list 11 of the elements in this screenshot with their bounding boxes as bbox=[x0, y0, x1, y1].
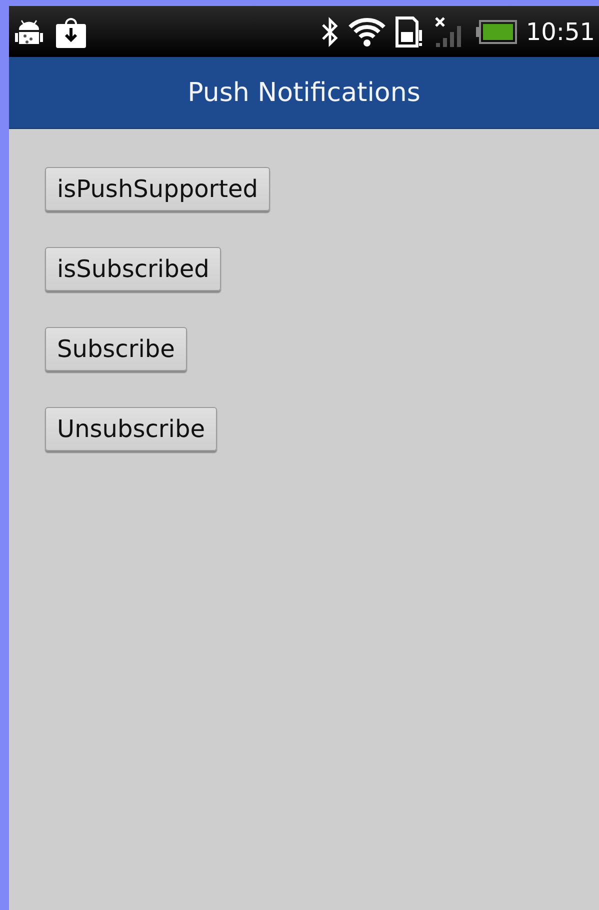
bluetooth-icon bbox=[320, 16, 339, 48]
download-bag-icon bbox=[55, 16, 87, 48]
action-button[interactable]: Subscribe bbox=[45, 327, 187, 371]
action-button[interactable]: isPushSupported bbox=[45, 167, 270, 211]
app-title: Push Notifications bbox=[188, 78, 420, 108]
sim-card-icon bbox=[394, 16, 425, 48]
clock-time: 10:51 bbox=[526, 18, 595, 46]
battery-icon bbox=[474, 20, 517, 44]
wifi-icon bbox=[348, 16, 386, 46]
action-button[interactable]: isSubscribed bbox=[45, 247, 222, 291]
action-button[interactable]: Unsubscribe bbox=[45, 407, 217, 451]
